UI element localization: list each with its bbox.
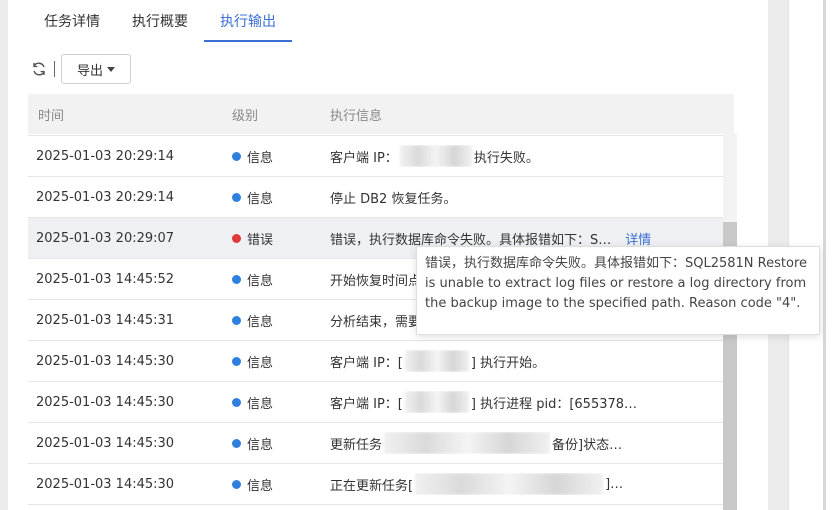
error-detail-tooltip: 错误，执行数据库命令失败。具体报错如下：SQL2581N Restore is … [416,246,820,335]
message-text: 客户端 IP： [330,150,398,166]
message-text-end: 执行失败。 [473,150,539,166]
level-dot-icon [232,315,241,325]
row-time: 2025-01-03 14:45:31 [36,312,175,328]
level-label: 信息 [247,191,274,207]
row-message: 正在更新任务[ ]… [320,473,734,495]
message-text: 正在更新任务[ [330,478,414,494]
level-label: 信息 [247,437,274,453]
tab-bar: 任务详情 执行概要 执行输出 [28,0,292,42]
level-dot-icon [232,151,241,161]
row-time: 2025-01-03 14:45:30 [36,353,175,369]
row-level: 信息 [220,475,320,494]
level-label: 信息 [247,273,274,289]
row-time: 2025-01-03 14:45:30 [36,476,175,492]
chevron-down-icon [107,66,115,72]
level-label: 信息 [247,314,274,330]
row-level: 信息 [220,352,320,371]
message-text: 更新任务 [330,437,383,453]
message-text: 分析结束，需要 [330,314,422,330]
row-time: 2025-01-03 14:45:30 [36,435,175,451]
level-dot-icon [232,274,241,284]
table-row[interactable]: 2025-01-03 14:45:30 信息 客户端 IP：[ ] 执行进程 pi… [28,382,734,423]
row-level: 错误 [220,229,320,248]
message-text: 客户端 IP：[ [330,396,403,412]
redacted-blur [404,391,469,413]
row-level: 信息 [220,393,320,412]
row-level: 信息 [220,434,320,453]
row-level: 信息 [220,147,320,166]
row-message: 客户端 IP：[ ] 执行进程 pid：[655378… [320,391,734,413]
column-header-level: 级别 [232,108,259,124]
tooltip-text: 错误，执行数据库命令失败。具体报错如下：SQL2581N Restore is … [425,256,807,311]
level-label: 信息 [247,478,274,494]
redacted-blur [384,432,551,454]
row-level: 信息 [220,270,320,289]
message-text-end: ]… [605,476,624,492]
row-time: 2025-01-03 14:45:52 [36,271,175,287]
redacted-blur [404,350,469,372]
export-button[interactable]: 导出 [61,54,131,84]
row-message: 客户端 IP：[ ] 执行开始。 [320,350,734,372]
table-row[interactable]: 2025-01-03 14:45:30 信息 更新任务 备份]状态… [28,423,734,464]
level-dot-icon [232,397,241,407]
row-level: 信息 [220,311,320,330]
level-label: 信息 [247,150,274,166]
table-row[interactable]: 2025-01-03 14:45:30 信息 客户端 IP：[ ] 执行开始。 [28,341,734,382]
level-dot-icon [232,356,241,366]
level-dot-icon [232,438,241,448]
message-text-end: 备份]状态… [552,437,623,453]
message-text: 停止 DB2 恢复任务。 [330,191,457,207]
level-dot-icon [232,233,241,243]
tab-execution-output[interactable]: 执行输出 [204,0,292,42]
table-row[interactable]: 2025-01-03 20:29:14 信息 停止 DB2 恢复任务。 [28,177,734,218]
row-time: 2025-01-03 14:45:30 [36,394,175,410]
row-time: 2025-01-03 20:29:14 [36,148,175,164]
table-header: 时间 级别 执行信息 [28,94,734,134]
message-text-end: ] 执行开始。 [470,355,546,371]
export-label: 导出 [76,63,103,79]
message-text: 客户端 IP：[ [330,355,403,371]
redacted-blur [415,473,604,495]
message-text: 开始恢复时间点 [330,273,422,289]
column-header-message: 执行信息 [330,108,383,124]
toolbar: 导出 [30,54,131,84]
level-dot-icon [232,192,241,202]
details-link[interactable]: 详情 [625,229,651,248]
column-header-time: 时间 [38,108,65,124]
row-message: 客户端 IP： 执行失败。 [320,145,734,167]
page-scrollbar[interactable] [823,0,826,510]
row-message: 停止 DB2 恢复任务。 [320,188,734,207]
level-dot-icon [232,479,241,489]
tab-task-details[interactable]: 任务详情 [28,0,116,42]
row-time: 2025-01-03 20:29:14 [36,189,175,205]
refresh-icon[interactable] [30,60,48,78]
redacted-blur [399,145,472,167]
row-message: 更新任务 备份]状态… [320,432,734,454]
message-text-end: ] 执行进程 pid：[655378… [470,396,638,412]
table-row[interactable]: 2025-01-03 14:45:30 信息 正在更新任务[ ]… [28,464,734,505]
row-time: 2025-01-03 20:29:07 [36,230,175,246]
row-message: 错误，执行数据库命令失败。具体报错如下：S… 详情 [320,229,734,248]
row-level: 信息 [220,188,320,207]
table-row[interactable]: 2025-01-03 20:29:14 信息 客户端 IP： 执行失败。 [28,136,734,177]
level-label: 信息 [247,355,274,371]
message-text: 错误，执行数据库命令失败。具体报错如下：S… [330,232,612,248]
level-label: 信息 [247,396,274,412]
toolbar-divider [54,61,55,77]
level-label: 错误 [247,232,274,248]
tab-execution-summary[interactable]: 执行概要 [116,0,204,42]
